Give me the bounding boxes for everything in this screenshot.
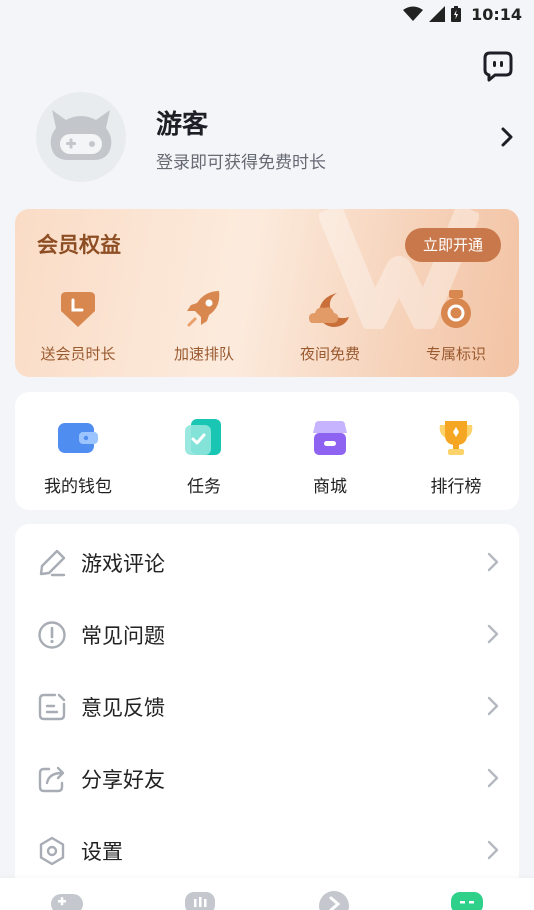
settings-icon <box>39 836 65 866</box>
menu-item-label: 设置 <box>81 840 123 864</box>
message-button[interactable] <box>482 50 514 82</box>
nav-tab-me[interactable] <box>437 884 497 910</box>
wifi-icon <box>403 6 424 21</box>
menu-item-label: 游戏评论 <box>81 552 165 576</box>
menu-item-label: 分享好友 <box>81 768 165 792</box>
share-icon <box>38 766 65 793</box>
menu-item-label: 常见问题 <box>81 624 165 648</box>
quick-item-label: 排行榜 <box>430 477 482 497</box>
gamepad-icon <box>50 894 83 910</box>
vip-item-gift-time[interactable]: 送会员时长 <box>15 289 141 364</box>
chevron-right-icon <box>487 624 499 644</box>
profile-subtitle: 登录即可获得免费时长 <box>156 153 326 173</box>
clock-time: 10:14 <box>471 4 522 24</box>
quick-item-wallet[interactable]: 我的钱包 <box>15 392 141 510</box>
vip-benefits-card: 会员权益 立即开通 送会员时长 加速排队 夜间免费 专属标识 <box>15 209 519 377</box>
vip-item-label: 夜间免费 <box>299 345 360 363</box>
wallet-icon <box>58 423 98 453</box>
vip-open-button[interactable]: 立即开通 <box>405 228 501 262</box>
trophy-icon <box>439 421 473 455</box>
gamepad-avatar-icon <box>50 110 112 160</box>
menu-item-faq[interactable]: 常见问题 <box>15 598 519 670</box>
vip-item-label: 加速排队 <box>173 345 234 363</box>
chevron-right-icon[interactable] <box>500 126 514 148</box>
menu-item-settings[interactable]: 设置 <box>15 814 519 886</box>
bottom-nav <box>0 878 534 910</box>
battery-icon <box>451 6 462 22</box>
vip-item-night-free[interactable]: 夜间免费 <box>267 289 393 364</box>
medal-icon <box>441 290 471 328</box>
menu-item-label: 意见反馈 <box>81 696 165 720</box>
feedback-icon <box>38 693 66 721</box>
nav-tab-play[interactable] <box>304 884 364 910</box>
play-circle-icon <box>318 891 349 910</box>
chevron-right-icon <box>487 768 499 788</box>
menu-item-share[interactable]: 分享好友 <box>15 742 519 814</box>
store-icon <box>313 421 347 455</box>
moon-cloud-icon <box>309 293 349 327</box>
pencil-icon <box>39 549 66 577</box>
quick-item-label: 我的钱包 <box>44 477 112 497</box>
menu-item-game-reviews[interactable]: 游戏评论 <box>15 526 519 598</box>
quick-item-leaderboard[interactable]: 排行榜 <box>393 392 519 510</box>
avatar[interactable] <box>36 92 126 182</box>
vip-item-exclusive-badge[interactable]: 专属标识 <box>393 289 519 364</box>
quick-item-label: 商城 <box>313 477 347 497</box>
profile-tab-icon <box>451 892 484 910</box>
chevron-right-icon <box>487 840 499 860</box>
quick-item-label: 任务 <box>187 477 221 497</box>
quick-item-tasks[interactable]: 任务 <box>141 392 267 510</box>
task-icon <box>185 419 221 455</box>
vip-item-label: 送会员时长 <box>40 345 116 363</box>
alert-circle-icon <box>38 621 66 649</box>
clock-tag-icon <box>61 292 95 327</box>
quick-actions-card: 我的钱包 任务 商城 排行榜 <box>15 392 519 510</box>
bars-icon <box>185 892 216 910</box>
vip-title: 会员权益 <box>37 233 121 257</box>
vip-item-speed-queue[interactable]: 加速排队 <box>141 289 267 364</box>
status-bar: 10:14 <box>0 0 534 28</box>
nav-tab-discover[interactable] <box>170 884 230 910</box>
quick-item-store[interactable]: 商城 <box>267 392 393 510</box>
chat-bubble-icon <box>483 51 513 82</box>
vip-item-label: 专属标识 <box>425 345 486 363</box>
chevron-right-icon <box>487 696 499 716</box>
nav-tab-games[interactable] <box>37 884 97 910</box>
rocket-icon <box>187 291 220 327</box>
profile-header[interactable]: 游客 登录即可获得免费时长 <box>36 92 514 184</box>
signal-icon <box>429 6 446 22</box>
menu-item-feedback[interactable]: 意见反馈 <box>15 670 519 742</box>
chevron-right-icon <box>487 552 499 572</box>
profile-name: 游客 <box>156 110 209 140</box>
menu-list: 游戏评论 常见问题 意见反馈 分享好友 设置 <box>15 524 519 910</box>
